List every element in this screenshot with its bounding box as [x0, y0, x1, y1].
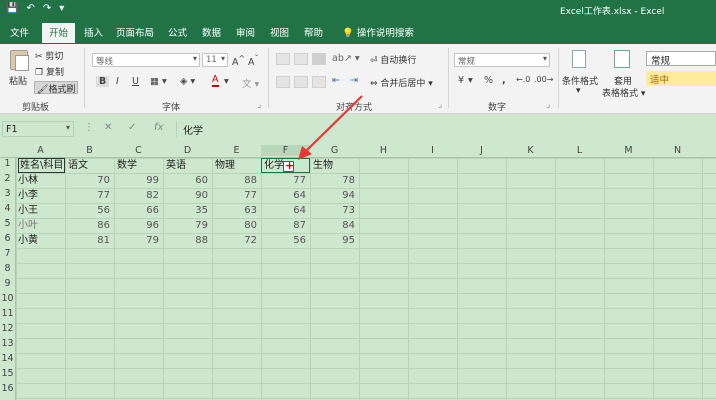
annotation-arrow-icon	[298, 95, 363, 160]
